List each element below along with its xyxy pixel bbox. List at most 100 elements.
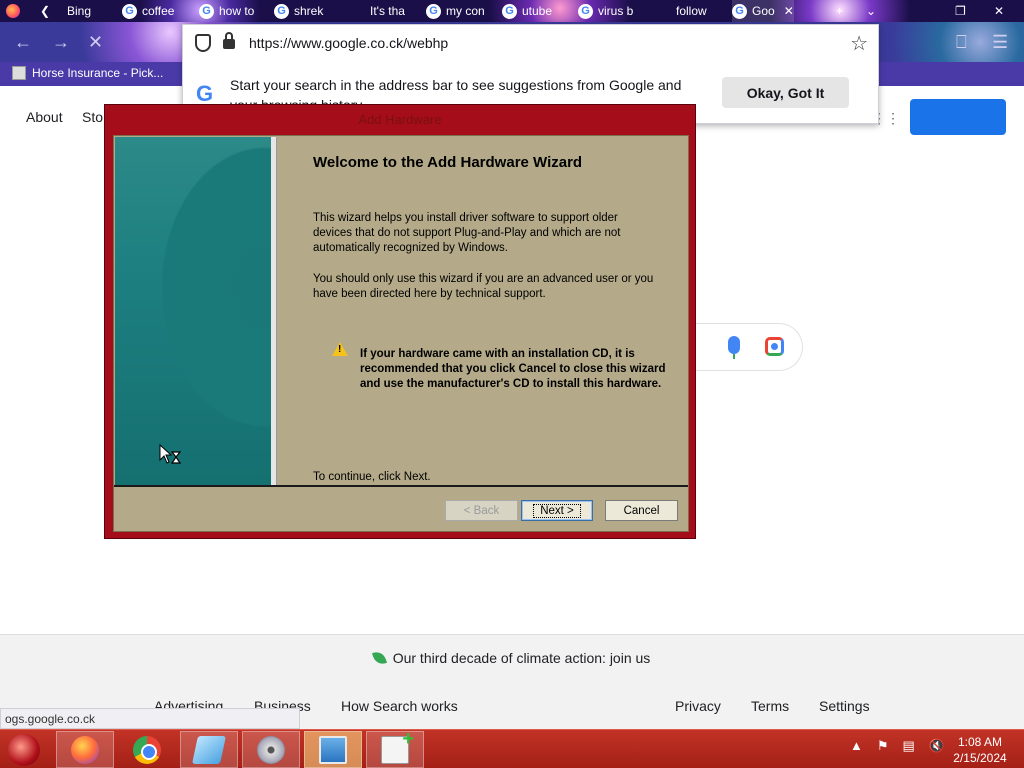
add-hardware-wizard: Add Hardware Welcome to the Add Hardware… (104, 104, 696, 539)
tab-label: Goo (752, 4, 775, 18)
wizard-continue-text: To continue, click Next. (313, 471, 431, 483)
sign-in-button[interactable] (910, 99, 1006, 135)
lens-icon[interactable] (765, 337, 784, 356)
new-tab-icon[interactable]: + (836, 0, 843, 22)
tab-label: utube (522, 4, 553, 18)
tab-label: follow (676, 4, 707, 18)
start-button[interactable] (8, 734, 40, 766)
wizard-warning: If your hardware came with an installati… (360, 348, 666, 390)
mic-icon[interactable] (728, 336, 740, 359)
wizard-body: Welcome to the Add Hardware Wizard This … (113, 135, 689, 532)
status-url: ogs.google.co.ck (0, 708, 300, 729)
tab-label: coffee (142, 4, 175, 18)
extensions-icon[interactable]: ⎕ (956, 32, 967, 53)
cancel-button[interactable]: Cancel (605, 500, 678, 521)
tab-virus[interactable]: Gvirus b (578, 0, 636, 22)
firefox-menu-icon[interactable] (6, 0, 20, 22)
tab-label: It's tha (370, 4, 405, 18)
bookmark-label: Horse Insurance - Pick... (32, 66, 164, 80)
tab-label: Bing (67, 4, 92, 18)
network-icon[interactable]: ▤ (903, 738, 915, 754)
bookmark-horse-insurance[interactable]: Horse Insurance - Pick... (12, 66, 163, 80)
search-box[interactable] (690, 323, 803, 371)
star-icon[interactable]: ☆ (850, 31, 868, 56)
tab-its-that[interactable]: It's tha (370, 0, 416, 22)
google-icon: G (199, 3, 214, 19)
add-hardware-icon (381, 728, 414, 764)
back-button[interactable]: < Back (445, 500, 518, 521)
flag-icon[interactable]: ⚑ (877, 738, 889, 754)
climate-link[interactable]: Our third decade of climate action: join… (0, 649, 1024, 667)
address-bar[interactable]: https://www.google.co.ck/webhp ☆ (183, 25, 878, 61)
hourglass-cursor-icon (159, 444, 182, 464)
wizard-heading: Welcome to the Add Hardware Wizard (313, 154, 583, 171)
stop-icon[interactable]: ✕ (88, 32, 103, 53)
lock-icon[interactable] (223, 32, 235, 49)
taskbar-paint[interactable] (180, 731, 238, 768)
tab-shrek[interactable]: Gshrek (274, 0, 338, 22)
cd-icon (257, 735, 285, 764)
wizard-advice: You should only use this wizard if you a… (313, 273, 654, 300)
tab-strip: ❮ Bing Gcoffee Ghow to Gshrek It's tha G… (0, 0, 1024, 22)
wizard-title: Add Hardware (358, 112, 442, 127)
page-favicon-icon (12, 66, 26, 80)
google-icon: G (578, 3, 593, 19)
show-hidden-icons-icon[interactable]: ▲ (850, 738, 863, 754)
list-tabs-icon[interactable]: ⌄ (866, 0, 876, 22)
divider (114, 485, 688, 487)
menu-icon[interactable]: ☰ (992, 32, 1008, 53)
warning-icon (332, 342, 348, 356)
clock[interactable]: 1:08 AM 2/15/2024 (950, 734, 1010, 766)
google-icon: G (122, 3, 137, 19)
google-icon: G (426, 3, 441, 19)
close-window-icon[interactable]: ✕ (994, 0, 1004, 22)
taskbar: ▲ ⚑ ▤ 🔇 1:08 AM 2/15/2024 (0, 728, 1024, 768)
leaf-icon (371, 649, 387, 667)
google-icon: G (502, 3, 517, 19)
footer-settings-link[interactable]: Settings (819, 698, 870, 714)
climate-text: Our third decade of climate action: join… (392, 650, 651, 666)
store-link[interactable]: Sto (82, 109, 103, 125)
volume-muted-icon[interactable]: 🔇 (929, 738, 945, 754)
tab-my-con[interactable]: Gmy con (426, 0, 492, 22)
paint-icon (192, 735, 226, 764)
forward-arrow-icon[interactable]: → (52, 32, 70, 53)
tab-list-back-icon[interactable]: ❮ (40, 0, 50, 22)
taskbar-cd[interactable] (242, 731, 300, 768)
footer-how-search-works-link[interactable]: How Search works (341, 698, 458, 714)
restore-window-icon[interactable]: ❐ (955, 0, 966, 22)
taskbar-hardware[interactable] (304, 731, 362, 768)
divider (271, 137, 277, 485)
chrome-icon (133, 735, 161, 764)
taskbar-add-hardware[interactable] (366, 728, 424, 768)
back-arrow-icon[interactable]: ← (14, 32, 32, 53)
taskbar-firefox[interactable] (56, 731, 114, 768)
tab-how-to[interactable]: Ghow to (199, 0, 263, 22)
taskbar-chrome[interactable] (118, 731, 176, 768)
url-input[interactable]: https://www.google.co.ck/webhp (249, 35, 448, 51)
google-icon: G (732, 3, 747, 19)
shield-icon[interactable] (195, 34, 211, 52)
next-button-label: Next > (533, 503, 581, 518)
tab-google-active[interactable]: G Goo ✕ (732, 0, 794, 22)
clock-date: 2/15/2024 (953, 751, 1007, 765)
tab-label: my con (446, 4, 485, 18)
wizard-description: This wizard helps you install driver sof… (313, 212, 621, 254)
tab-label: virus b (598, 4, 634, 18)
tab-bing[interactable]: Bing (67, 0, 111, 22)
tab-label: shrek (294, 4, 324, 18)
tab-follow[interactable]: follow (676, 0, 720, 22)
tab-utube[interactable]: Gutube (502, 0, 568, 22)
tab-coffee[interactable]: Gcoffee (122, 0, 186, 22)
footer-privacy-link[interactable]: Privacy (675, 698, 721, 714)
footer-terms-link[interactable]: Terms (751, 698, 789, 714)
tab-label: how to (219, 4, 255, 18)
system-tray: ▲ ⚑ ▤ 🔇 (850, 738, 945, 754)
about-link[interactable]: About (26, 109, 63, 125)
okay-got-it-button[interactable]: Okay, Got It (722, 77, 849, 108)
next-button[interactable]: Next > (521, 500, 593, 521)
clock-time: 1:08 AM (957, 735, 1003, 749)
hardware-icon (319, 735, 347, 764)
close-tab-icon[interactable]: ✕ (784, 4, 794, 18)
google-icon: G (274, 3, 289, 19)
